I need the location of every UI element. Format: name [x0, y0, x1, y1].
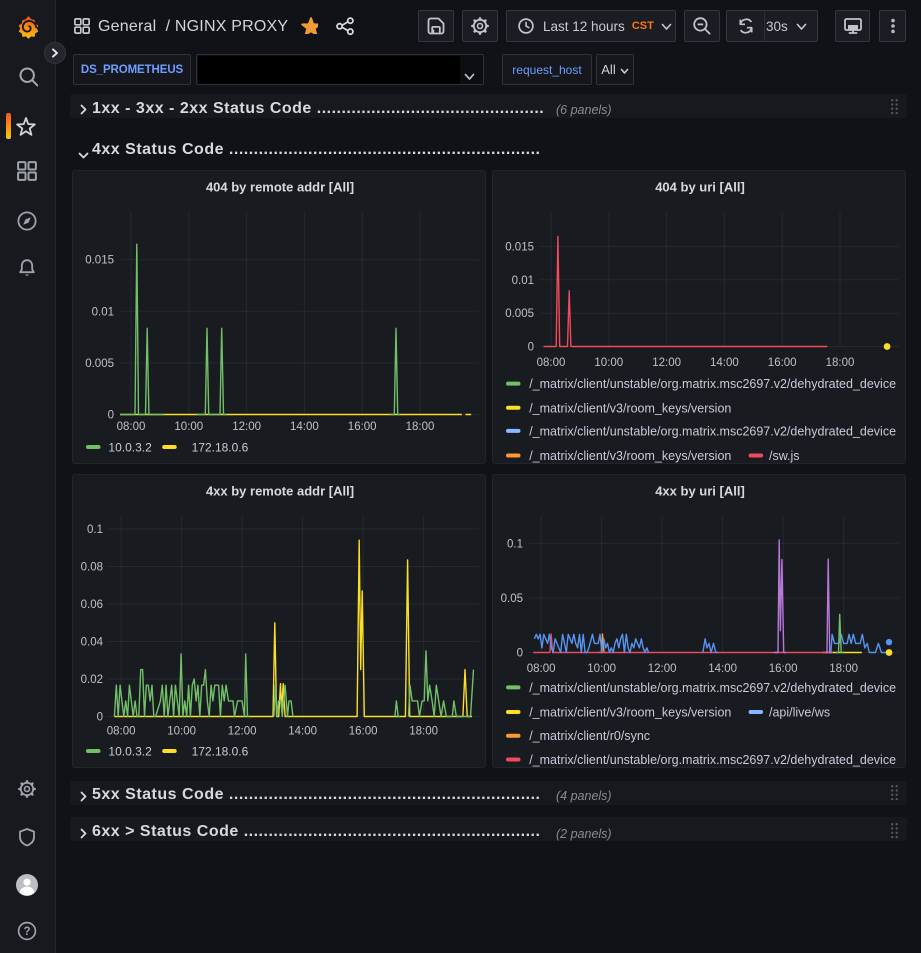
svg-text:16:00: 16:00 — [768, 357, 797, 369]
svg-text:4xx by remote addr [All]: 4xx by remote addr [All] — [206, 484, 354, 499]
svg-text:12:00: 12:00 — [648, 663, 677, 675]
svg-text:0: 0 — [528, 342, 534, 354]
svg-text:18:00: 18:00 — [409, 726, 438, 738]
svg-text:0.005: 0.005 — [505, 308, 534, 320]
svg-text:14:00: 14:00 — [290, 421, 319, 433]
svg-text:10:00: 10:00 — [594, 357, 623, 369]
svg-text:/sw.js: /sw.js — [769, 449, 800, 463]
svg-text:404 by uri [All]: 404 by uri [All] — [655, 180, 745, 195]
svg-text:/_matrix/client/v3/room_keys/v: /_matrix/client/v3/room_keys/version — [529, 449, 731, 463]
svg-text:18:00: 18:00 — [829, 663, 858, 675]
svg-text:08:00: 08:00 — [117, 421, 146, 433]
svg-text:10:00: 10:00 — [167, 726, 196, 738]
svg-text:/api/live/ws: /api/live/ws — [769, 706, 830, 720]
svg-text:10.0.3.2: 10.0.3.2 — [108, 441, 152, 455]
svg-text:0.08: 0.08 — [81, 562, 103, 574]
svg-text:0: 0 — [97, 712, 103, 724]
svg-text:0.015: 0.015 — [505, 241, 534, 253]
svg-text:404 by remote addr [All]: 404 by remote addr [All] — [206, 180, 354, 195]
svg-text:08:00: 08:00 — [107, 726, 136, 738]
svg-text:12:00: 12:00 — [228, 726, 257, 738]
svg-text:10:00: 10:00 — [587, 663, 616, 675]
svg-text:14:00: 14:00 — [288, 726, 317, 738]
svg-text:4xx by uri [All]: 4xx by uri [All] — [655, 484, 745, 499]
svg-text:0.01: 0.01 — [512, 275, 534, 287]
svg-text:0.06: 0.06 — [81, 599, 103, 611]
svg-text:08:00: 08:00 — [527, 663, 556, 675]
svg-text:/_matrix/client/unstable/org.m: /_matrix/client/unstable/org.matrix.msc2… — [529, 377, 896, 391]
svg-text:0.1: 0.1 — [87, 524, 103, 536]
svg-text:/_matrix/client/v3/room_keys/v: /_matrix/client/v3/room_keys/version — [529, 401, 731, 415]
svg-text:0.02: 0.02 — [81, 674, 103, 686]
svg-text:10:00: 10:00 — [174, 421, 203, 433]
svg-text:16:00: 16:00 — [348, 421, 377, 433]
svg-text:172.18.0.6: 172.18.0.6 — [192, 745, 249, 759]
svg-text:0.05: 0.05 — [501, 593, 523, 605]
svg-text:12:00: 12:00 — [232, 421, 261, 433]
svg-text:/_matrix/client/unstable/org.m: /_matrix/client/unstable/org.matrix.msc2… — [529, 753, 896, 767]
svg-text:0: 0 — [108, 410, 114, 422]
svg-text:0.04: 0.04 — [81, 637, 104, 649]
svg-text:0.015: 0.015 — [85, 255, 114, 267]
svg-text:08:00: 08:00 — [537, 357, 566, 369]
svg-text:0: 0 — [517, 648, 523, 660]
svg-text:10.0.3.2: 10.0.3.2 — [108, 745, 152, 759]
svg-text:/_matrix/client/unstable/org.m: /_matrix/client/unstable/org.matrix.msc2… — [529, 681, 896, 695]
svg-text:14:00: 14:00 — [710, 357, 739, 369]
svg-text:/_matrix/client/r0/sync: /_matrix/client/r0/sync — [529, 729, 650, 743]
svg-text:12:00: 12:00 — [652, 357, 681, 369]
svg-text:18:00: 18:00 — [826, 357, 855, 369]
svg-text:/_matrix/client/v3/room_keys/v: /_matrix/client/v3/room_keys/version — [529, 706, 731, 720]
svg-text:14:00: 14:00 — [708, 663, 737, 675]
svg-text:172.18.0.6: 172.18.0.6 — [192, 441, 249, 455]
svg-text:16:00: 16:00 — [349, 726, 378, 738]
svg-text:?: ? — [23, 926, 30, 938]
svg-text:18:00: 18:00 — [406, 421, 435, 433]
svg-text:0.1: 0.1 — [507, 538, 523, 550]
svg-text:/_matrix/client/unstable/org.m: /_matrix/client/unstable/org.matrix.msc2… — [529, 424, 896, 438]
svg-text:0.01: 0.01 — [92, 306, 114, 318]
svg-text:0.005: 0.005 — [85, 358, 114, 370]
svg-text:16:00: 16:00 — [769, 663, 798, 675]
